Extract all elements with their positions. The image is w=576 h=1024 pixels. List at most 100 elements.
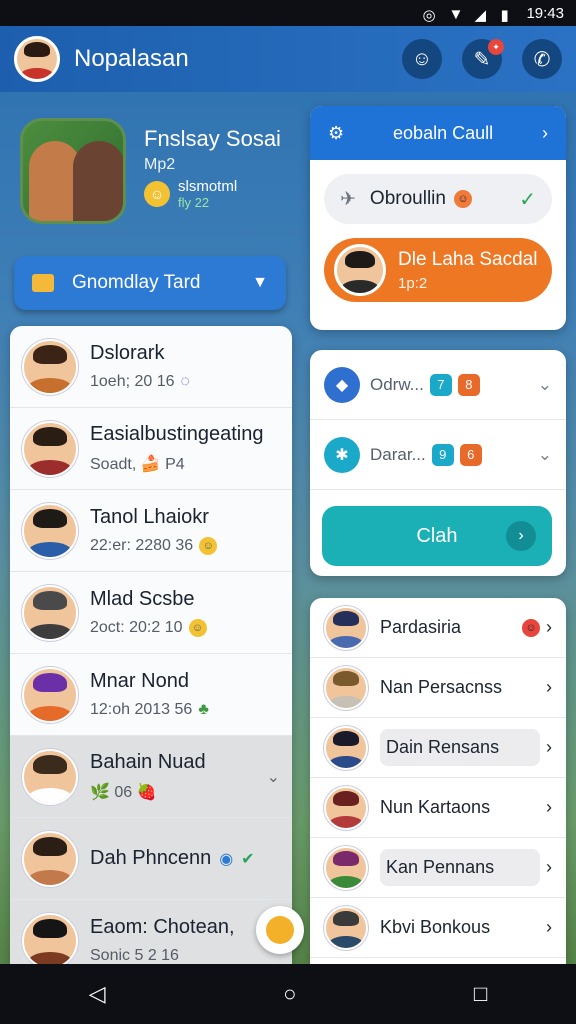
contact-meta: 22:er: 2280 36	[90, 537, 194, 554]
app-bar: Nopalasan ☺ ✎ ✦ ✆	[0, 26, 576, 92]
status-time: 19:43	[526, 4, 564, 22]
app-title: Nopalasan	[74, 45, 189, 72]
contacts-button[interactable]: ☺	[402, 39, 442, 79]
folder-icon	[32, 274, 54, 292]
contact-meta: 🌿 06 🍓	[90, 784, 157, 801]
call-card: ⚙ eobaln Caull › ✈ Obroullin ☺ ✓ Dle Lah…	[310, 106, 566, 330]
call-option-label: Obroullin	[369, 188, 446, 209]
chevron-down-icon: ▼	[252, 274, 268, 291]
alarm-icon: ◎	[422, 7, 436, 24]
status-icon: ◌	[180, 373, 191, 390]
chevron-right-icon: ›	[546, 737, 552, 757]
call-option-row[interactable]: ✈ Obroullin ☺ ✓	[324, 174, 552, 224]
emoji-icon: ☺	[453, 190, 472, 208]
emoji-icon: ☺	[188, 619, 207, 637]
list-item[interactable]: Nun Kartaons ›	[310, 778, 566, 838]
user-avatar[interactable]	[14, 36, 60, 82]
back-icon[interactable]: ◁	[89, 981, 106, 1007]
shield-icon: ◆	[324, 366, 360, 403]
call-card-header[interactable]: ⚙ eobaln Caull ›	[310, 106, 566, 160]
recents-icon[interactable]: □	[474, 981, 487, 1007]
notification-badge: ✦	[488, 39, 504, 55]
avatar	[324, 605, 368, 650]
sync-icon: ◉	[219, 850, 234, 868]
profile-subtitle: Mp2	[144, 156, 176, 173]
active-call-sub: 1p:2	[398, 274, 428, 292]
avatar	[22, 338, 78, 395]
chevron-right-icon: ›	[546, 617, 552, 637]
contact-name: Dah Phncenn	[90, 847, 212, 869]
emoji-button[interactable]	[256, 906, 304, 954]
friends-list: Pardasiria ☺ › Nan Persacnss › Dain Rens…	[310, 598, 566, 966]
star-icon: ✱	[324, 436, 360, 473]
friend-name: Nun Kartaons	[380, 797, 491, 817]
option-tag: 8	[457, 373, 480, 396]
profile-status: slsmotml	[178, 178, 238, 195]
option-label: Odrw...	[370, 374, 424, 394]
check-icon: ✓	[519, 188, 536, 211]
wifi-icon: ▼	[448, 6, 464, 23]
avatar	[324, 725, 368, 770]
chevron-down-icon[interactable]: ⌄	[267, 767, 280, 787]
battery-icon: ▮	[500, 7, 509, 24]
check-icon: ✔	[241, 850, 255, 868]
options-card: ◆ Odrw... 7 8 ⌄ ✱ Darar... 9 6 ⌄ Clah ›	[310, 350, 566, 576]
list-item[interactable]: Nan Persacnss ›	[310, 658, 566, 718]
option-row[interactable]: ✱ Darar... 9 6 ⌄	[310, 420, 566, 490]
list-item[interactable]: Dah Phncenn ◉ ✔	[10, 818, 292, 900]
list-item[interactable]: Tanol Lhaiokr 22:er: 2280 36 ☺	[10, 490, 292, 572]
phone-add-icon: ✆	[533, 48, 551, 71]
avatar	[324, 665, 368, 710]
profile-header: Fnslsay Sosai Mp2 ☺ slsmotml fly 22	[20, 118, 300, 228]
list-item[interactable]: Dslorark 1oeh; 20 16 ◌	[10, 326, 292, 408]
avatar	[324, 845, 368, 890]
friend-name: Kan Pennans	[380, 849, 540, 886]
list-item[interactable]: Mnar Nond 12:oh 2013 56 ♣	[10, 654, 292, 736]
contact-meta: 2oct: 20:2 10	[90, 619, 183, 636]
call-card-title: eobaln Caull	[393, 122, 494, 143]
friend-name: Nan Persacnss	[380, 677, 503, 697]
contact-meta: Soadt, 🍰 P4	[90, 456, 185, 473]
signal-icon: ◢	[474, 7, 486, 24]
contacts-icon: ☺	[411, 47, 433, 70]
chevron-right-icon: ›	[546, 857, 552, 877]
list-item[interactable]: Mlad Scsbe 2oct: 20:2 10 ☺	[10, 572, 292, 654]
chevron-right-icon: ›	[506, 521, 536, 551]
list-item[interactable]: Eaom: Chotean, Sonic 5 2 16	[10, 900, 292, 966]
list-item[interactable]: Pardasiria ☺ ›	[310, 598, 566, 658]
chevron-right-icon: ›	[542, 122, 548, 143]
chevron-right-icon: ›	[546, 917, 552, 937]
option-row[interactable]: ◆ Odrw... 7 8 ⌄	[310, 350, 566, 420]
profile-status-detail: fly 22	[178, 195, 210, 210]
add-call-button[interactable]: ✆	[522, 39, 562, 79]
contact-name: Eaom: Chotean,	[90, 916, 235, 938]
plane-icon: ✈	[340, 188, 356, 210]
list-item[interactable]: Bahain Nuad 🌿 06 🍓 ⌄	[10, 736, 292, 818]
active-call[interactable]: Dle Laha Sacdal 1p:2	[324, 238, 552, 302]
list-item[interactable]: Kan Pennans ›	[310, 838, 566, 898]
call-button[interactable]: Clah ›	[322, 506, 552, 566]
avatar	[324, 905, 368, 950]
option-tag: 7	[429, 373, 452, 396]
chevron-down-icon: ⌄	[537, 444, 552, 464]
chevron-right-icon: ›	[546, 677, 552, 697]
profile-picture[interactable]	[20, 118, 126, 224]
call-button-label: Clah	[416, 524, 458, 547]
home-icon[interactable]: ○	[283, 981, 296, 1007]
status-bar: ◎ ▼ ◢ ▮ 19:43	[0, 0, 576, 26]
option-tag: 9	[431, 443, 454, 466]
group-dropdown[interactable]: Gnomdlay Tard ▼	[14, 256, 286, 310]
contact-name: Mlad Scsbe	[90, 588, 195, 610]
list-item[interactable]: Easialbustingeating Soadt, 🍰 P4	[10, 408, 292, 490]
active-call-name: Dle Laha Sacdal	[398, 248, 538, 270]
settings-icon: ⚙	[328, 122, 345, 143]
contacts-list: Dslorark 1oeh; 20 16 ◌ Easialbustingeatin…	[10, 326, 292, 966]
contact-meta: 1oeh; 20 16	[90, 373, 175, 390]
contact-name: Mnar Nond	[90, 670, 189, 692]
avatar	[22, 502, 78, 559]
avatar	[22, 912, 78, 966]
compose-button[interactable]: ✎ ✦	[462, 39, 504, 79]
list-item[interactable]: Kbvi Bonkous ›	[310, 898, 566, 958]
friend-name: Dain Rensans	[380, 729, 540, 766]
list-item[interactable]: Dain Rensans ›	[310, 718, 566, 778]
